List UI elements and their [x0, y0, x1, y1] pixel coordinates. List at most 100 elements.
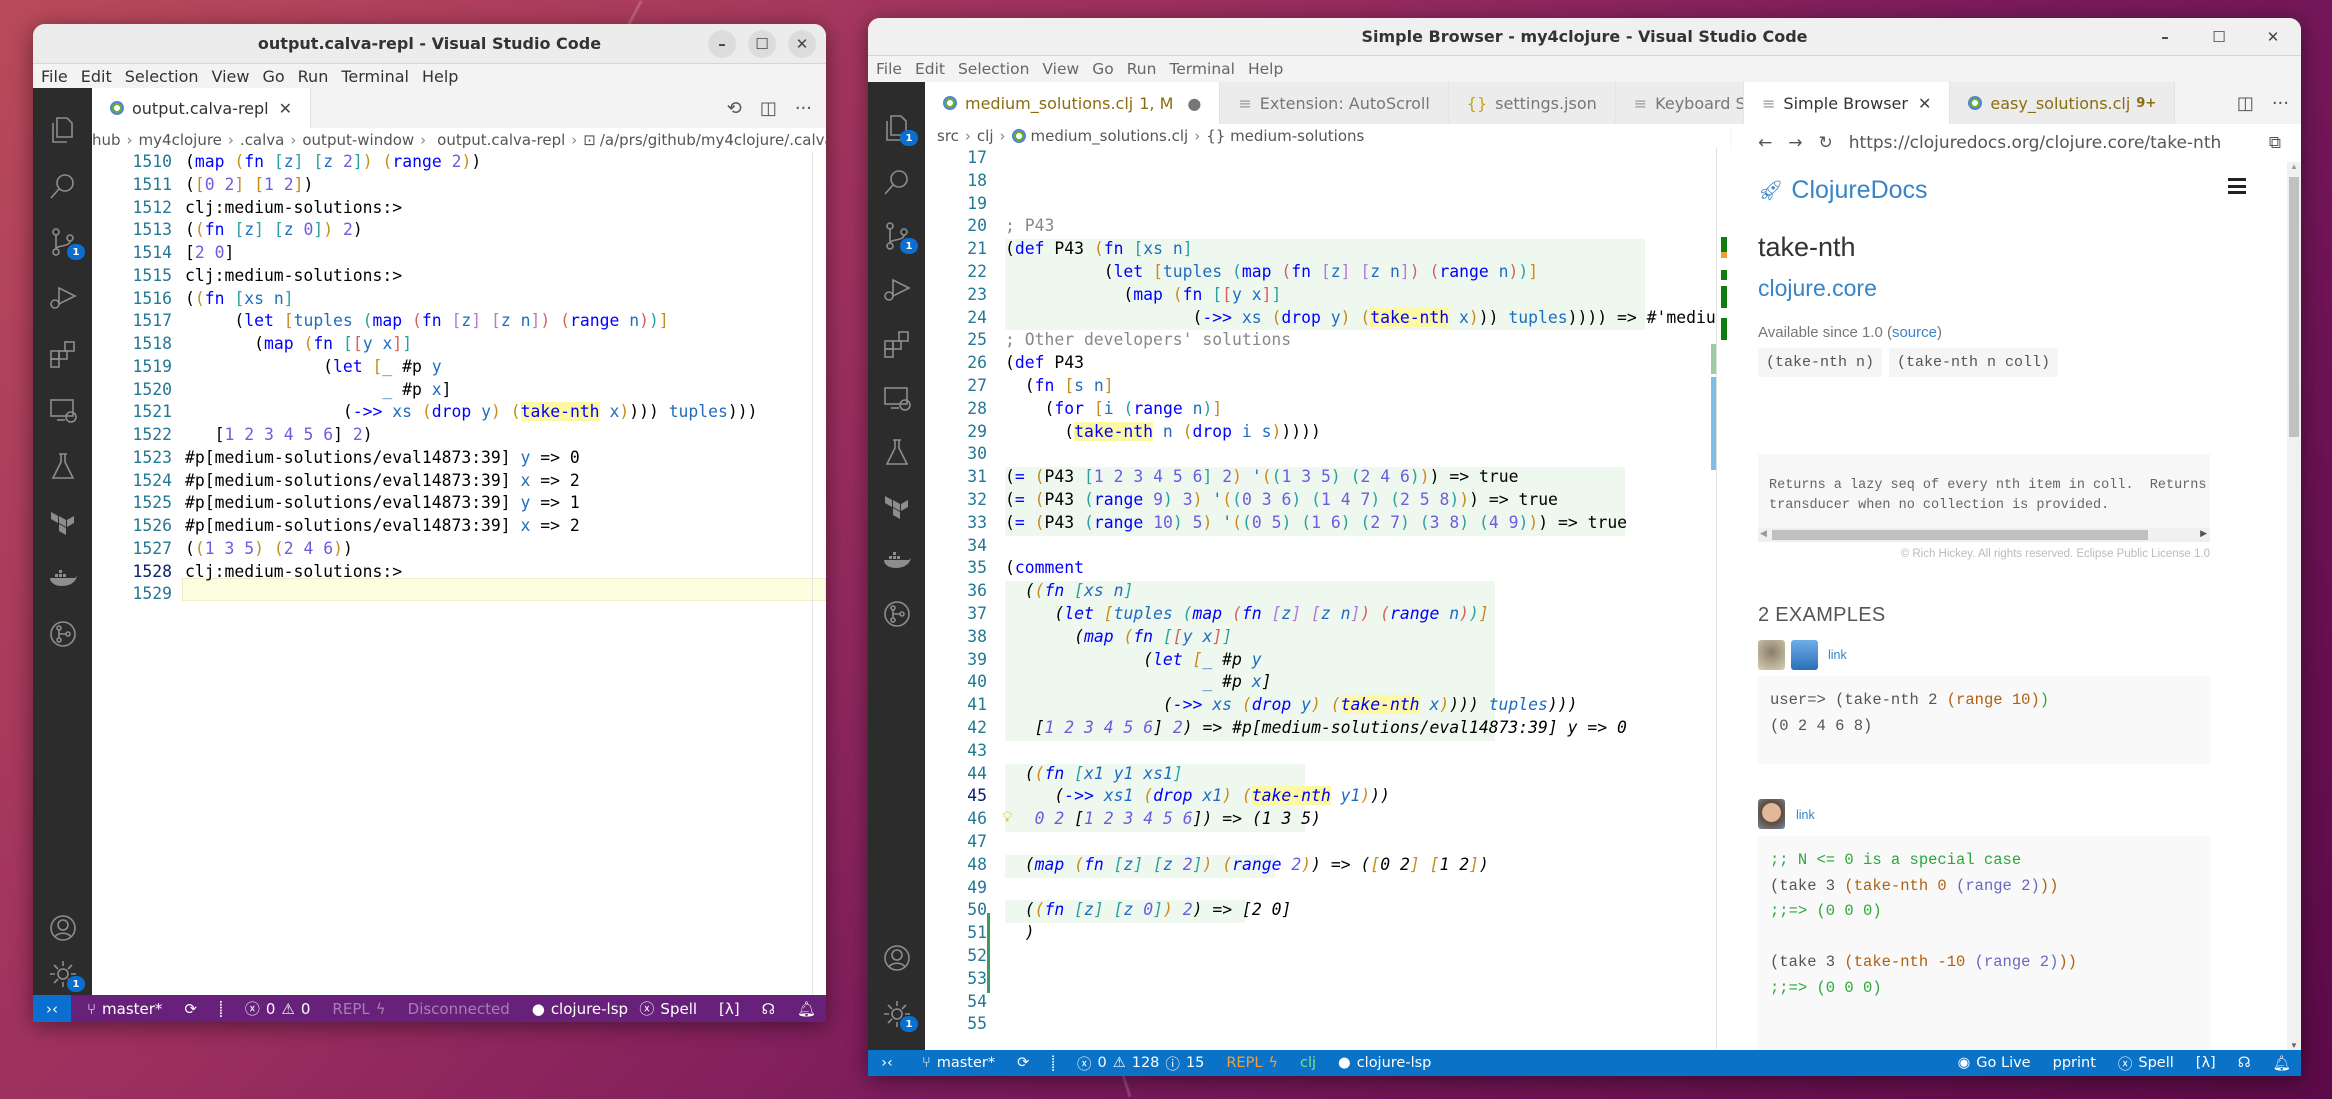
maximize-button[interactable]: ☐: [2205, 23, 2233, 51]
hamburger-menu-icon[interactable]: [2228, 178, 2246, 194]
namespace-link[interactable]: clojure.core: [1758, 275, 1877, 302]
forward-arrow-icon[interactable]: →: [1788, 133, 1802, 153]
menu-view[interactable]: View: [212, 67, 250, 86]
example-link[interactable]: link: [1796, 808, 1815, 822]
menu-run[interactable]: Run: [298, 67, 329, 86]
editor-area[interactable]: 1510 1511 1512 1513 1514 1515 1516 1517 1518 1519…: [92, 152, 826, 995]
terraform-icon[interactable]: [868, 490, 925, 522]
more-actions-icon[interactable]: ···: [795, 98, 812, 119]
spell-check[interactable]: ⓧ Spell: [639, 998, 697, 1019]
code-line[interactable]: #p[medium-solutions/eval14873:39] y => 0: [185, 448, 580, 467]
tab-settings-json[interactable]: {} settings.json: [1448, 82, 1616, 124]
code-line[interactable]: (->> xs1 (drop x1) (take-nth y1))): [1005, 786, 1390, 806]
scroll-left-arrow[interactable]: ◀: [1760, 528, 1767, 539]
avatar[interactable]: [1758, 799, 1785, 829]
menu-view[interactable]: View: [1042, 60, 1079, 78]
problems-indicator[interactable]: ⓧ 0 ⚠ 128 ⓘ 15: [1077, 1053, 1204, 1074]
code-line[interactable]: clj:medium-solutions:>: [185, 198, 402, 217]
split-editor-icon[interactable]: ◫: [760, 98, 777, 119]
run-debug-icon[interactable]: [868, 274, 925, 306]
maximize-button[interactable]: ☐: [748, 29, 776, 58]
minimize-button[interactable]: –: [2151, 23, 2179, 51]
close-tab-icon[interactable]: ✕: [1918, 94, 1931, 113]
gitlens-icon[interactable]: [868, 598, 925, 630]
settings-gear-icon[interactable]: 1: [33, 958, 92, 992]
docker-icon[interactable]: [33, 562, 92, 594]
tab-medium-solutions[interactable]: medium_solutions.clj 1, M ●: [925, 82, 1221, 124]
git-graph-icon[interactable]: ⸽: [1051, 1053, 1055, 1073]
docstring-horizontal-scrollbar[interactable]: ◀ ▶: [1758, 528, 2210, 542]
testing-icon[interactable]: [33, 450, 92, 482]
code-line[interactable]: ((fn [z] [z 0]) 2) => [2 0]: [1005, 900, 1292, 919]
testing-icon[interactable]: [868, 436, 925, 468]
avatar[interactable]: [1791, 640, 1818, 670]
docker-icon[interactable]: [868, 544, 925, 576]
scrollbar-thumb[interactable]: [2289, 177, 2299, 437]
extensions-icon[interactable]: [33, 338, 92, 370]
vertical-scrollbar-thumb[interactable]: [1711, 344, 1716, 374]
extensions-icon[interactable]: [868, 328, 925, 360]
example-link[interactable]: link: [1828, 648, 1847, 662]
clojuredocs-logo[interactable]: 🚀︎ ClojureDocs: [1758, 176, 1928, 205]
accounts-icon[interactable]: [868, 942, 925, 974]
menu-selection[interactable]: Selection: [958, 60, 1029, 78]
accounts-icon[interactable]: [33, 912, 92, 944]
menu-edit[interactable]: Edit: [915, 60, 945, 78]
gitlens-icon[interactable]: [33, 618, 92, 650]
git-branch[interactable]: ⑂ master*: [87, 1000, 162, 1018]
code-line[interactable]: (let [_ #p y: [1005, 650, 1261, 669]
spell-check[interactable]: ⓧ Spell: [2118, 1053, 2174, 1074]
code-line[interactable]: (let [_ #p y: [185, 357, 441, 376]
clj-language-indicator[interactable]: clj: [1300, 1055, 1316, 1071]
minimize-button[interactable]: –: [708, 29, 736, 58]
code-line[interactable]: #p[medium-solutions/eval14873:39] x => 2: [185, 516, 580, 535]
scroll-up-arrow[interactable]: ▲: [2290, 162, 2298, 171]
vertical-scrollbar[interactable]: [812, 152, 826, 995]
timeline-history-icon[interactable]: ⟲: [727, 98, 742, 119]
code-line[interactable]: ([0 2] [1 2]): [185, 175, 313, 194]
code-line[interactable]: ((1 3 5) (2 4 6)): [185, 539, 353, 558]
close-window-button[interactable]: ✕: [788, 29, 816, 58]
notifications-bell-icon[interactable]: 🔔︎: [797, 1000, 816, 1018]
breadcrumb-item[interactable]: hub: [92, 131, 121, 149]
breadcrumb-item[interactable]: output-window: [302, 131, 414, 149]
scrollbar-thumb[interactable]: [1772, 530, 2148, 540]
source-control-icon[interactable]: 1: [33, 226, 92, 260]
code-line[interactable]: (= (P43 [1 2 3 4 5 6] 2) '((1 3 5) (2 4 …: [1005, 467, 1518, 486]
code-line[interactable]: (map (fn [z] [z 2]) (range 2)): [185, 152, 481, 171]
search-icon[interactable]: [33, 170, 92, 202]
code-line[interactable]: #p[medium-solutions/eval14873:39] x => 2: [185, 471, 580, 490]
menu-file[interactable]: File: [876, 60, 902, 78]
code-line[interactable]: (comment: [1005, 558, 1084, 577]
repl-indicator[interactable]: REPL ϟ: [332, 1000, 385, 1018]
notifications-bell-icon[interactable]: 🔔︎: [2273, 1055, 2291, 1072]
code-line[interactable]: (= (P43 (range 9) 3) '((0 3 6) (1 4 7) (…: [1005, 490, 1558, 509]
unsaved-dot-icon[interactable]: ●: [1187, 94, 1201, 113]
menu-run[interactable]: Run: [1127, 60, 1157, 78]
menu-selection[interactable]: Selection: [125, 67, 199, 86]
code-line[interactable]: clj:medium-solutions:>: [185, 266, 402, 285]
sync-icon[interactable]: ⟳: [1017, 1055, 1029, 1071]
clojure-lsp-status[interactable]: ● clojure-lsp: [1338, 1055, 1431, 1071]
paredit-lambda[interactable]: [λ]: [719, 1000, 740, 1018]
tab-extension-autoscroll[interactable]: ≡ Extension: AutoScroll: [1220, 82, 1449, 124]
menu-go[interactable]: Go: [262, 67, 284, 86]
editor-area[interactable]: 17 18 19 20 21 22 23 24 25 26 27 28 29 30 31 32 33 34 35 36…: [925, 148, 1730, 1050]
git-graph-icon[interactable]: ⸽: [219, 999, 223, 1019]
code-line[interactable]: (let [tuples (map (fn [z] [z n]) (range …: [185, 311, 668, 330]
menu-edit[interactable]: Edit: [81, 67, 112, 86]
git-branch[interactable]: ⑂ master*: [922, 1055, 995, 1071]
breadcrumb-item[interactable]: medium_solutions.clj: [1031, 127, 1189, 145]
code-line[interactable]: [2 0]: [185, 243, 234, 262]
pprint-toggle[interactable]: pprint: [2053, 1055, 2096, 1071]
scroll-down-arrow[interactable]: ▼: [2290, 1041, 2298, 1050]
overview-ruler[interactable]: [1716, 148, 1730, 1050]
code-line[interactable]: ; Other developers' solutions: [1005, 330, 1291, 349]
tab-simple-browser[interactable]: ≡ Simple Browser ✕: [1744, 82, 1951, 124]
problems-indicator[interactable]: ⓧ 0 ⚠ 0: [245, 998, 311, 1019]
code-line[interactable]: (= (P43 (range 10) 5) '((0 5) (1 6) (2 7…: [1005, 513, 1627, 532]
avatar[interactable]: [1758, 640, 1785, 670]
feedback-icon[interactable]: ☊: [2238, 1055, 2251, 1071]
reload-icon[interactable]: ↻: [1819, 133, 1833, 153]
code-line[interactable]: (def P43: [1005, 353, 1084, 372]
